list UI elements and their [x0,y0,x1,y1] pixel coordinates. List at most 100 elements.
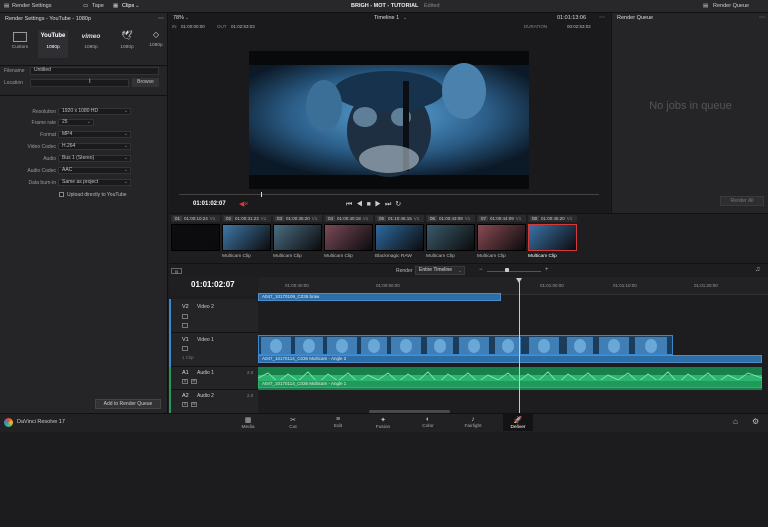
playhead-marker[interactable] [516,278,522,283]
clips-icon[interactable]: ▦ [113,3,118,9]
filename-input[interactable]: Untitled [30,67,159,75]
preset-label: Custom [11,45,29,50]
a1-clip[interactable]: A047_10170114_C036 Multicam - Angle 1 [258,380,762,388]
timeline-settings-icon[interactable]: ▤ [171,268,182,274]
resolution-select[interactable]: 1920 x 1080 HD ⌄ [58,108,131,115]
clip-thumbnail[interactable] [171,224,220,251]
audio-codec-select[interactable]: AAC ⌄ [58,167,131,174]
more-options-icon[interactable]: ⋯ [759,14,765,21]
more-options-icon[interactable]: ⋯ [599,14,605,21]
clip-thumbnail[interactable] [273,224,322,251]
render-queue-icon[interactable]: ▤ [703,3,708,9]
video-frame[interactable] [249,51,529,189]
v1-clip[interactable]: A047_10170114_C036 Multicam - Angle 2 [258,355,762,363]
v1-clip-thumbnails[interactable] [258,335,673,355]
zoom-in-icon[interactable]: + [545,267,549,273]
render-settings-toggle[interactable]: Render Settings [12,3,51,9]
clips-toggle[interactable]: Clips [122,3,134,9]
track-header-v1[interactable]: V1 Video 1 1 Clip [169,333,258,367]
browse-button[interactable]: Browse [132,78,159,87]
frame-rate-label: Frame rate [31,120,56,126]
mute-button[interactable]: M [191,402,197,407]
timeline-name[interactable]: Timeline 1 [374,15,399,21]
clip-thumbnail[interactable] [477,224,526,251]
preset-youtube[interactable]: YouTube 1080p [38,30,68,58]
chevron-down-icon[interactable]: ⌄ [403,15,407,21]
track-channels: 2.0 [247,370,254,375]
clip-header[interactable]: 05 01:10:46:15 V1 [375,215,424,222]
gear-icon[interactable]: ⚙ [752,417,759,426]
track-lock-icon[interactable] [182,314,188,319]
zoom-out-icon[interactable]: − [479,267,483,273]
page-tab-fairlight[interactable]: ♪ Fairlight [458,416,488,429]
video-codec-select[interactable]: H.264 ⌄ [58,143,131,150]
solo-button[interactable]: S [182,402,188,407]
audio-select[interactable]: Bus 1 (Stereo) ⌄ [58,155,131,162]
mute-button[interactable]: M [191,379,197,384]
clip-header[interactable]: 01 01:00:10:24 V1 [171,215,220,222]
play-icon[interactable]: ▶ [375,201,385,208]
timeline-playhead[interactable] [519,280,520,414]
clip-number: 06 [428,216,438,221]
audio-mute-icon[interactable]: ◀× [239,200,248,208]
scrubber-playhead[interactable] [261,192,262,197]
clip-thumbnail[interactable] [528,224,577,251]
clip-thumbnail[interactable] [426,224,475,251]
loop-icon[interactable]: ↻ [395,201,405,208]
clip-header[interactable]: 06 01:00:43:08 V1 [426,215,475,222]
render-all-button[interactable]: Render All [720,196,764,206]
more-options-icon[interactable]: ⋯ [158,15,164,22]
preset-custom[interactable]: Custom [7,30,33,58]
solo-button[interactable]: S [182,379,188,384]
clip-thumbnail[interactable] [375,224,424,251]
render-queue-toggle[interactable]: Render Queue [713,3,749,9]
page-tab-edit[interactable]: ≡ Edit [323,416,353,429]
track-header-a1[interactable]: A1 Audio 1 2.0 S M [169,367,258,390]
page-tab-media[interactable]: ▦ Media [233,416,263,430]
zoom-level[interactable]: 78% [173,15,184,21]
clip-name: Multicam Clip [273,254,302,259]
audio-meter-icon[interactable]: ♫ [755,266,760,273]
track-header-a2[interactable]: A2 Audio 2 2.0 S M [169,390,258,414]
page-tab-cut[interactable]: ✂ Cut [278,416,308,430]
clip-thumbnail[interactable] [324,224,373,251]
format-select[interactable]: MP4 ⌄ [58,131,131,138]
track-visibility-icon[interactable] [182,323,188,328]
track-visibility-icon[interactable] [182,346,188,351]
clip-header[interactable]: 08 01:00:45:20 V1 [528,215,577,222]
tape-toggle[interactable]: Tape [92,3,104,9]
clip-header[interactable]: 03 01:00:35:20 V1 [273,215,322,222]
preset-dropbox[interactable]: ◇ 1080p [146,30,166,58]
scrubber-track[interactable] [179,194,599,195]
home-icon[interactable]: ⌂ [733,417,738,426]
data-burn-in-select[interactable]: Same as project ⌄ [58,179,131,186]
page-tab-color[interactable]: ◐ Color [413,416,443,429]
upload-checkbox[interactable] [59,192,64,197]
track-name: Audio 2 [197,393,214,399]
location-input[interactable] [30,79,129,87]
clip-header[interactable]: 02 01:00:31:23 V1 [222,215,271,222]
zoom-slider-handle[interactable] [505,268,509,272]
chevron-down-icon[interactable]: ⌄ [185,15,189,21]
frame-rate-select[interactable]: 25 ⌄ [58,119,94,126]
zoom-slider[interactable] [487,271,541,272]
go-to-end-icon[interactable]: ⏭ [385,201,395,208]
preset-vimeo[interactable]: vimeo 1080p [76,30,106,58]
add-to-render-queue-button[interactable]: Add to Render Queue [95,399,161,409]
page-tab-deliver[interactable]: 🚀 Deliver [503,414,533,431]
page-tab-fusion[interactable]: ✦ Fusion [368,416,398,430]
v2-clip[interactable]: A047_10170109_C036 braw [258,293,501,301]
go-to-start-icon[interactable]: ⏮ [346,201,356,208]
clip-thumbnail[interactable] [222,224,271,251]
clip-timecode: 01:00:35:20 [286,216,310,221]
stop-icon[interactable]: ■ [367,201,375,208]
render-settings-icon[interactable]: ▤ [4,3,9,9]
preset-twitter[interactable]: 🕊 1080p [112,30,142,58]
tape-icon[interactable]: ▭ [83,3,88,9]
clip-header[interactable]: 07 01:00:44:09 V1 [477,215,526,222]
step-back-icon[interactable]: ◀ [356,201,366,208]
render-range-select[interactable]: Entire Timeline ⌄ [415,266,465,275]
clip-header[interactable]: 04 01:00:40:18 V1 [324,215,373,222]
chevron-down-icon[interactable]: ⌄ [135,3,140,9]
track-header-v2[interactable]: V2 Video 2 [169,299,258,333]
